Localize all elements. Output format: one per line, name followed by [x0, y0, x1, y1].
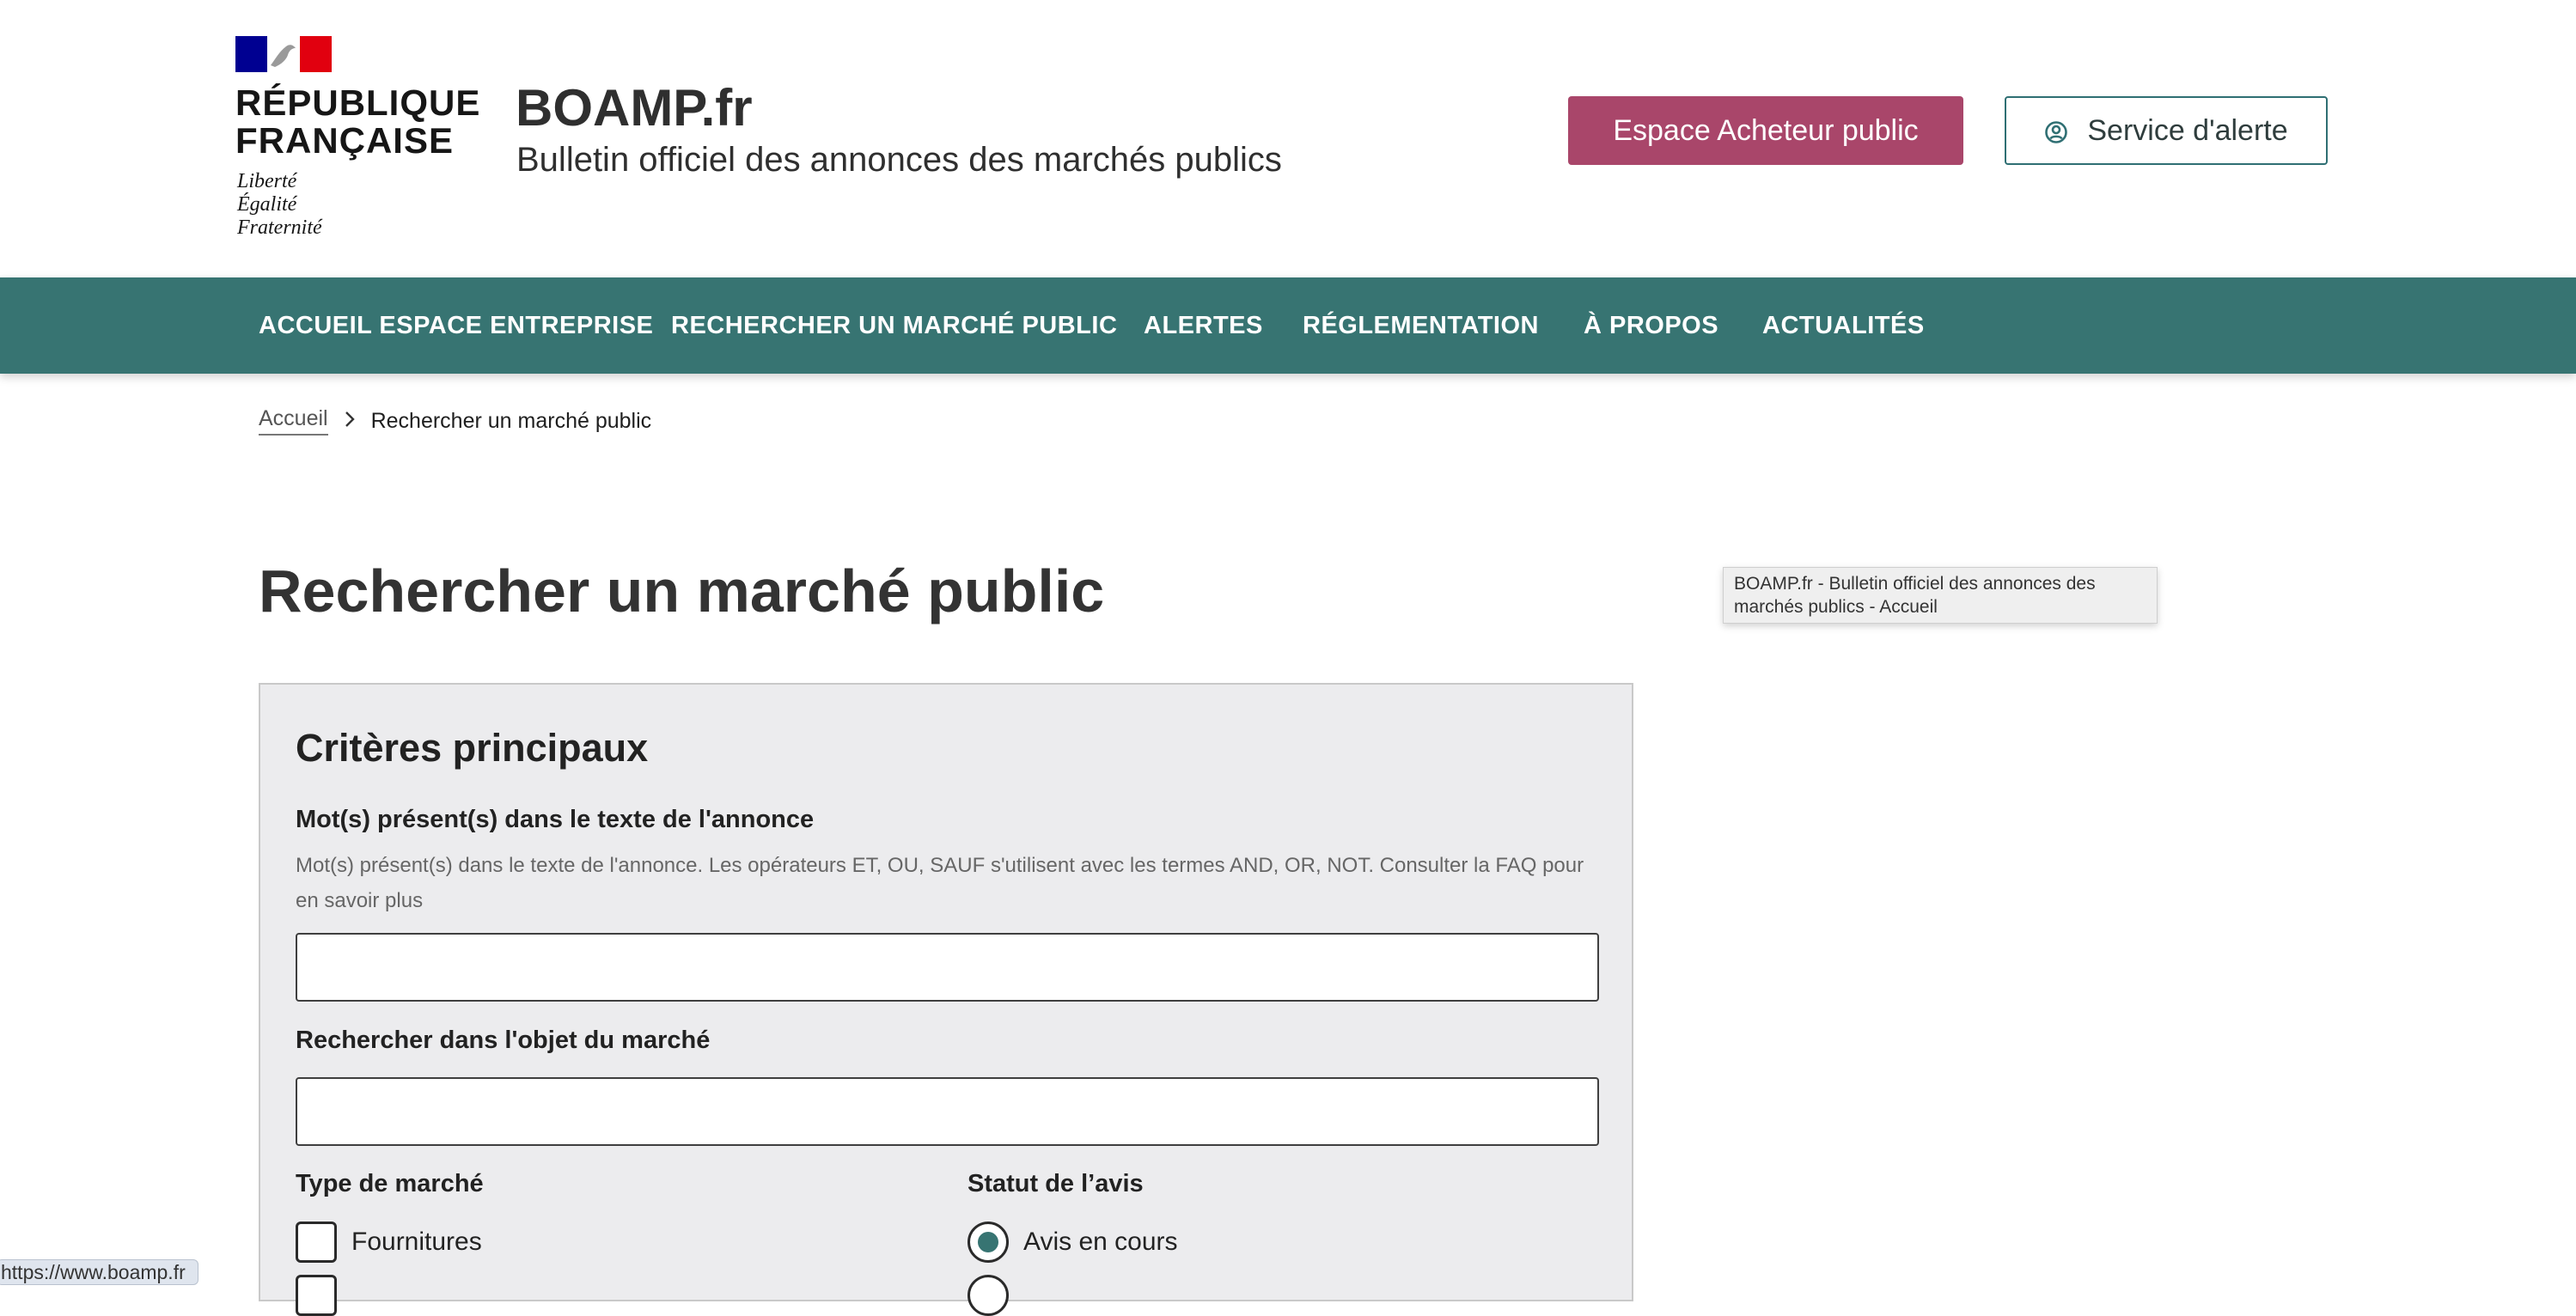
marianne-flag-icon: [235, 36, 332, 72]
keywords-label: Mot(s) présent(s) dans le texte de l'ann…: [296, 806, 815, 833]
nav-item-accueil-espace-entreprise[interactable]: ACCUEIL ESPACE ENTREPRISE: [259, 277, 653, 374]
breadcrumb-current: Rechercher un marché public: [370, 408, 652, 433]
status-bar-url: https://www.boamp.fr: [0, 1259, 198, 1285]
panel-title: Critères principaux: [296, 726, 649, 770]
status-option-radio[interactable]: [968, 1275, 1009, 1316]
page-title: Rechercher un marché public: [259, 557, 1105, 624]
nav-item-alertes[interactable]: ALERTES: [1144, 277, 1263, 374]
chevron-right-icon: [344, 408, 356, 435]
fournitures-checkbox[interactable]: [296, 1222, 337, 1263]
rf-motto-liberte: Liberté: [237, 170, 297, 192]
breadcrumb: Accueil Rechercher un marché public: [259, 404, 651, 438]
market-type-label: Type de marché: [296, 1170, 484, 1197]
espace-acheteur-label: Espace Acheteur public: [1613, 113, 1919, 147]
keywords-input[interactable]: [296, 933, 1599, 1002]
object-input[interactable]: [296, 1077, 1599, 1146]
user-circle-icon: [2044, 119, 2068, 143]
espace-acheteur-button[interactable]: Espace Acheteur public: [1568, 96, 1963, 165]
rf-title: RÉPUBLIQUE FRANÇAISE: [235, 84, 480, 160]
avis-en-cours-label: Avis en cours: [1023, 1228, 1178, 1256]
notice-status-label: Statut de l’avis: [968, 1170, 1144, 1197]
site-header: RÉPUBLIQUE FRANÇAISE Liberté Égalité Fra…: [0, 0, 2576, 277]
nav-item-reglementation[interactable]: RÉGLEMENTATION: [1303, 277, 1539, 374]
service-alerte-label: Service d'alerte: [2087, 113, 2288, 147]
rf-motto-fraternite: Fraternité: [237, 216, 322, 239]
site-tagline: Bulletin officiel des annonces des march…: [516, 141, 1282, 179]
rf-motto: Liberté Égalité Fraternité: [237, 170, 322, 240]
radio-selected-dot: [978, 1232, 998, 1252]
service-alerte-button[interactable]: Service d'alerte: [2005, 96, 2328, 165]
rf-title-line-1: RÉPUBLIQUE: [235, 82, 481, 123]
rf-motto-egalite: Égalité: [237, 193, 297, 216]
avis-en-cours-radio[interactable]: [968, 1222, 1009, 1263]
fournitures-label: Fournitures: [351, 1228, 482, 1256]
type-option-checkbox[interactable]: [296, 1275, 337, 1316]
link-tooltip: BOAMP.fr - Bulletin officiel des annonce…: [1723, 567, 2158, 624]
object-label: Rechercher dans l'objet du marché: [296, 1027, 711, 1054]
nav-item-rechercher-marche[interactable]: RECHERCHER UN MARCHÉ PUBLIC: [671, 277, 1117, 374]
site-name-link[interactable]: BOAMP.fr: [516, 79, 753, 137]
keywords-hint: Mot(s) présent(s) dans le texte de l'ann…: [296, 854, 1584, 912]
rf-title-line-2: FRANÇAISE: [235, 120, 455, 161]
breadcrumb-home-link[interactable]: Accueil: [259, 406, 328, 436]
criteria-panel: Critères principaux Mot(s) présent(s) da…: [259, 683, 1633, 1316]
nav-item-a-propos[interactable]: À PROPOS: [1584, 277, 1718, 374]
nav-item-actualites[interactable]: ACTUALITÉS: [1762, 277, 1925, 374]
main-navigation: ACCUEIL ESPACE ENTREPRISE RECHERCHER UN …: [0, 277, 2576, 374]
republique-francaise-logo[interactable]: RÉPUBLIQUE FRANÇAISE Liberté Égalité Fra…: [235, 36, 479, 251]
